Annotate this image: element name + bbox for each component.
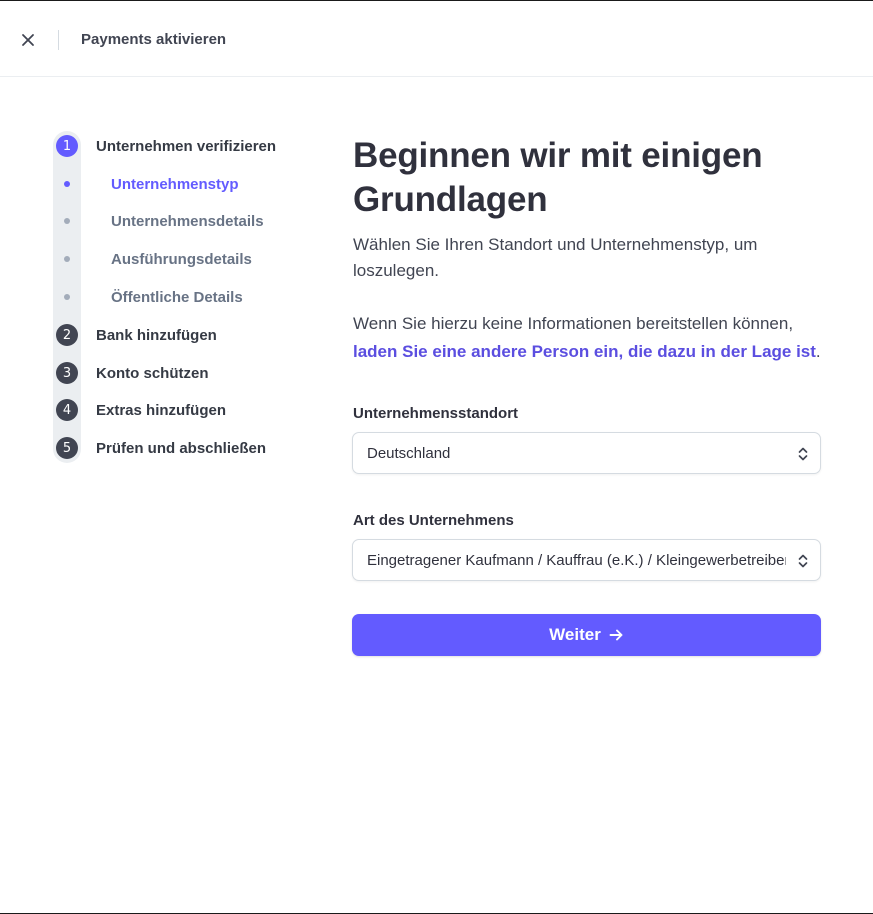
info-end: . (815, 342, 821, 361)
arrow-right-icon (609, 629, 623, 641)
step-label-1: Unternehmen verifizieren (96, 137, 277, 155)
page-title: Beginnen wir mit einigen Grundlagen (353, 136, 763, 219)
substep-label: Ausführungsdetails (111, 250, 252, 268)
substep-dot-icon (64, 181, 70, 187)
chevron-up-down-icon (798, 554, 808, 568)
intro-text: Wählen Sie Ihren Standort und Unternehme… (353, 235, 758, 280)
info-paragraph: Wenn Sie hierzu keine Informationen bere… (353, 310, 823, 366)
step-number-2: 2 (56, 324, 78, 346)
main-content: Beginnen wir mit einigen Grundlagen Wähl… (353, 134, 823, 366)
header-divider (58, 30, 59, 50)
chevron-up-down-icon (798, 447, 808, 461)
substep-label: Öffentliche Details (111, 288, 243, 306)
substep-dot-icon (64, 218, 70, 224)
step-number-5: 5 (56, 437, 78, 459)
close-icon (22, 34, 34, 46)
step-label-5: Prüfen und abschließen (96, 439, 267, 457)
step-label-4: Extras hinzufügen (96, 401, 227, 419)
info-text: Wenn Sie hierzu keine Informationen bere… (353, 314, 794, 333)
continue-button-label: Weiter (549, 625, 601, 644)
substep-dot-icon (64, 294, 70, 300)
business-type-select-value: Eingetragener Kaufmann / Kauffrau (e.K.)… (367, 551, 786, 569)
close-button[interactable] (16, 28, 40, 52)
step-label-2: Bank hinzufügen (96, 326, 217, 344)
step-number-3: 3 (56, 362, 78, 384)
substep-label: Unternehmenstyp (111, 175, 239, 193)
business-type-label: Art des Unternehmens (353, 512, 514, 529)
business-type-select[interactable]: Eingetragener Kaufmann / Kauffrau (e.K.)… (352, 539, 821, 581)
invite-person-link[interactable]: laden Sie eine andere Person ein, die da… (353, 342, 816, 361)
substep-dot-icon (64, 256, 70, 262)
location-select[interactable]: Deutschland (352, 432, 821, 474)
substep-label: Unternehmensdetails (111, 212, 264, 230)
step-number-1: 1 (56, 135, 78, 157)
location-select-value: Deutschland (367, 444, 451, 462)
location-label: Unternehmensstandort (353, 405, 519, 422)
page-header-title: Payments aktivieren (81, 31, 227, 48)
step-label-3: Konto schützen (96, 364, 209, 382)
top-bar: Payments aktivieren (0, 1, 873, 77)
continue-button[interactable]: Weiter (352, 614, 821, 656)
step-number-4: 4 (56, 399, 78, 421)
